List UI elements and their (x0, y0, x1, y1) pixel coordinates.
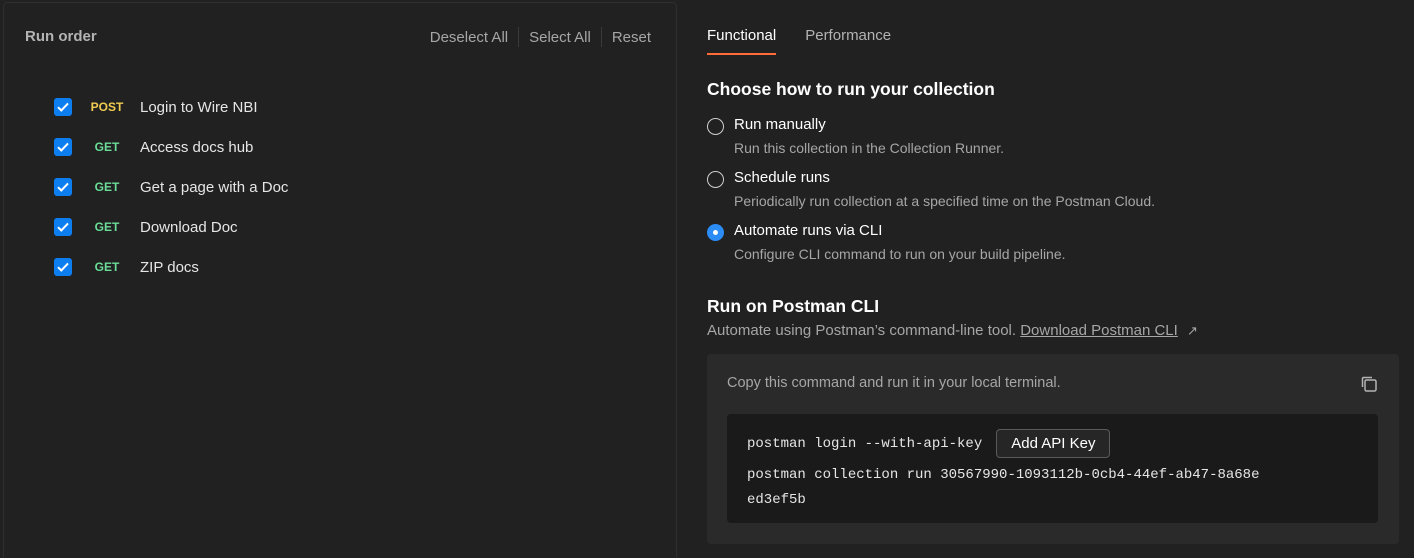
login-command: postman login --with-api-key (747, 435, 983, 452)
select-all-button[interactable]: Select All (529, 29, 591, 46)
radio-description: Configure CLI command to run on your bui… (734, 246, 1066, 262)
request-name: Login to Wire NBI (140, 98, 258, 116)
checkmark-icon (57, 142, 69, 152)
collection-run-command: postman collection run 30567990-1093112b… (747, 467, 1260, 508)
external-link-icon: ↗ (1186, 323, 1198, 338)
checkmark-icon (57, 102, 69, 112)
cli-subtitle-text: Automate using Postman’s command-line to… (707, 322, 1017, 339)
method-badge: GET (94, 140, 120, 154)
run-order-actions: Deselect All Select All Reset (430, 27, 651, 47)
request-row[interactable]: GET Get a page with a Doc (54, 167, 288, 207)
method-badge: GET (94, 260, 120, 274)
radio-description: Run this collection in the Collection Ru… (734, 140, 1005, 156)
radio-label: Automate runs via CLI (734, 222, 883, 239)
request-name: Get a page with a Doc (140, 178, 289, 196)
copy-icon[interactable] (1359, 374, 1379, 394)
request-row[interactable]: POST Login to Wire NBI (54, 87, 288, 127)
request-checkbox[interactable] (54, 138, 72, 156)
request-row[interactable]: GET ZIP docs (54, 247, 288, 287)
radio-button-selected[interactable] (707, 224, 724, 241)
request-name: Download Doc (140, 218, 238, 236)
reset-button[interactable]: Reset (612, 29, 651, 46)
request-list: POST Login to Wire NBI GET Access docs h… (54, 87, 288, 287)
download-cli-link[interactable]: Download Postman CLI (1020, 322, 1178, 339)
run-mode-tabs: Functional Performance (707, 0, 920, 56)
radio-label: Run manually (734, 116, 826, 133)
request-checkbox[interactable] (54, 218, 72, 236)
divider (518, 27, 520, 47)
method-badge: POST (90, 100, 124, 114)
radio-description: Periodically run collection at a specifi… (734, 193, 1155, 209)
request-checkbox[interactable] (54, 178, 72, 196)
cli-hint: Copy this command and run it in your loc… (727, 375, 1061, 391)
cli-section-title: Run on Postman CLI (707, 296, 880, 316)
cli-subtitle: Automate using Postman’s command-line to… (707, 322, 1198, 339)
tab-performance[interactable]: Performance (805, 0, 891, 55)
tab-functional[interactable]: Functional (707, 0, 777, 55)
add-api-key-button[interactable]: Add API Key (996, 429, 1111, 458)
request-checkbox[interactable] (54, 98, 72, 116)
cli-command-box: Copy this command and run it in your loc… (707, 354, 1399, 544)
run-order-title: Run order (25, 28, 97, 45)
radio-button[interactable] (707, 118, 724, 135)
cli-code-block: postman login --with-api-key Add API Key… (727, 414, 1378, 523)
deselect-all-button[interactable]: Deselect All (430, 29, 508, 46)
divider (600, 27, 602, 47)
cli-login-line: postman login --with-api-key Add API Key (747, 429, 1111, 458)
checkmark-icon (57, 262, 69, 272)
method-badge: GET (94, 220, 120, 234)
choose-run-title: Choose how to run your collection (707, 79, 995, 99)
request-name: ZIP docs (140, 258, 199, 276)
method-badge: GET (94, 180, 120, 194)
checkmark-icon (57, 222, 69, 232)
request-checkbox[interactable] (54, 258, 72, 276)
run-order-panel: Run order Deselect All Select All Reset … (3, 2, 677, 558)
request-row[interactable]: GET Access docs hub (54, 127, 288, 167)
radio-label: Schedule runs (734, 169, 830, 186)
request-name: Access docs hub (140, 138, 254, 156)
checkmark-icon (57, 182, 69, 192)
request-row[interactable]: GET Download Doc (54, 207, 288, 247)
radio-button[interactable] (707, 171, 724, 188)
